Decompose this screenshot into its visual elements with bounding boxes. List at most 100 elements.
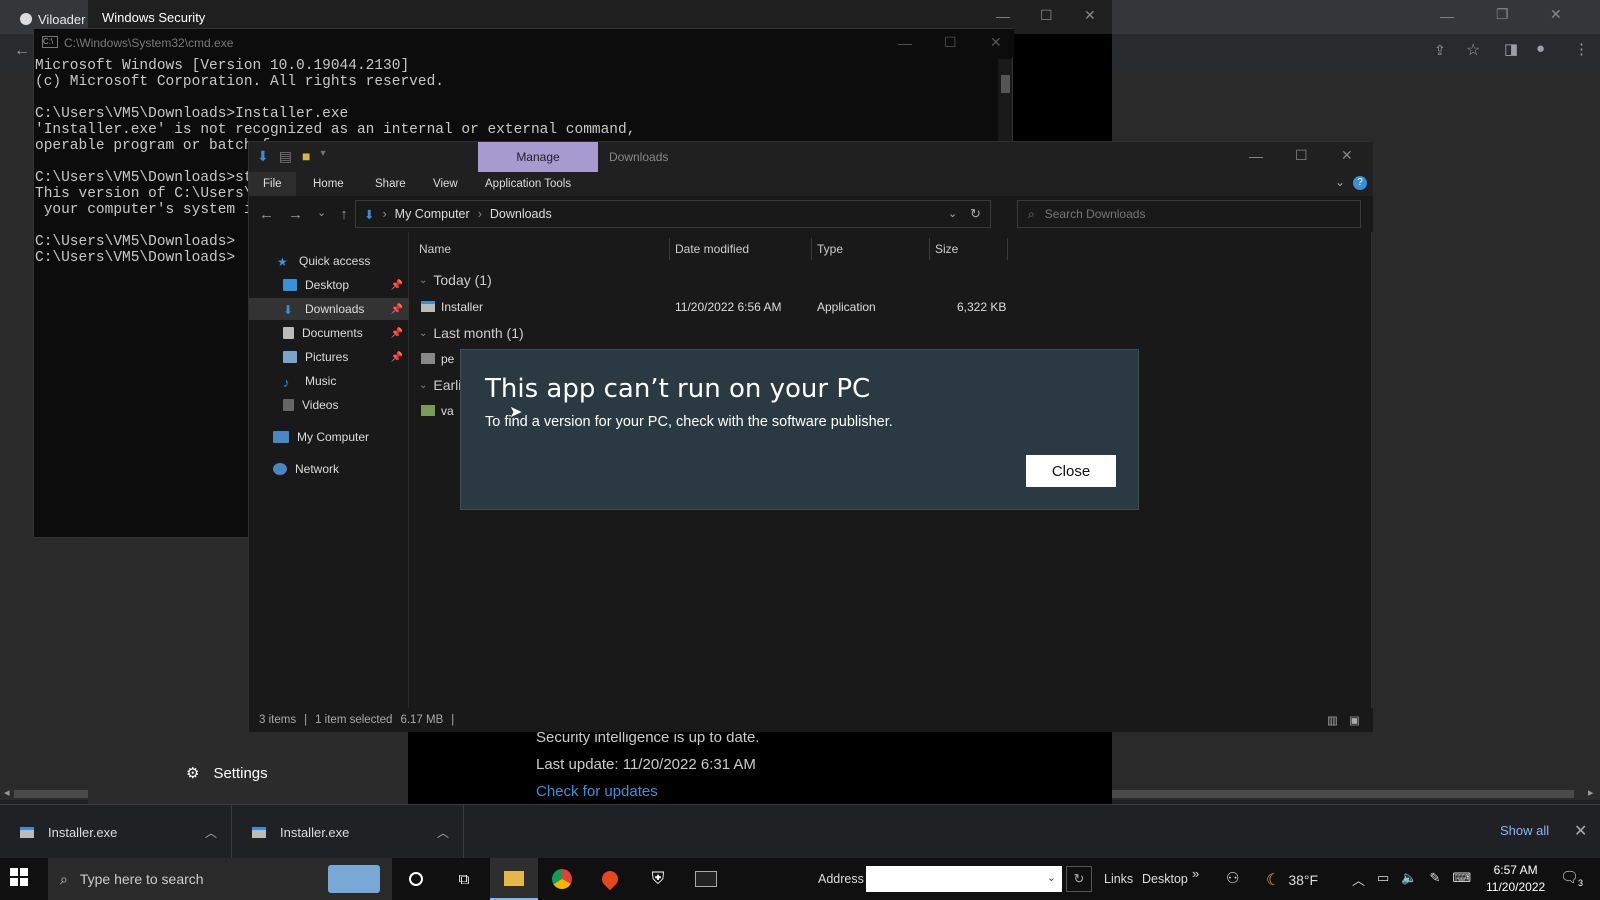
back-icon[interactable]: ← (14, 42, 30, 60)
nav-downloads[interactable]: ⬇ Downloads 📌 (249, 298, 409, 320)
large-icons-view-icon[interactable]: ▣ (1349, 713, 1360, 727)
download-item[interactable]: Installer.exe ︿ (232, 805, 464, 859)
close-button[interactable]: Close (1026, 455, 1116, 487)
help-icon[interactable]: ? (1353, 176, 1367, 190)
column-name[interactable]: Name (419, 242, 451, 256)
command-prompt-icon[interactable] (682, 858, 730, 900)
clock[interactable]: 6:57 AM 11/20/2022 (1486, 862, 1545, 896)
tray-overflow-chevron-icon[interactable]: ︿ (1352, 870, 1365, 889)
chrome-icon[interactable] (538, 858, 586, 900)
column-date-modified[interactable]: Date modified (675, 242, 749, 256)
group-header-today[interactable]: ⌄ Today (1) (419, 272, 492, 288)
minimize-icon[interactable]: — (1440, 8, 1454, 24)
nav-pictures[interactable]: Pictures 📌 (249, 346, 409, 368)
nav-quick-access[interactable]: ★ Quick access (249, 250, 409, 272)
customize-dropdown-icon[interactable]: ▾ (320, 148, 325, 165)
side-panel-icon[interactable]: ◨ (1504, 40, 1518, 58)
map-pin-app-icon[interactable] (586, 858, 634, 900)
taskbar: ⌕ Type here to search ⧉ ⛨ Address ⌄ ↻ Li… (0, 858, 1600, 900)
recent-dropdown-icon[interactable]: ⌄ (317, 206, 326, 223)
show-all-link[interactable]: Show all (1500, 823, 1549, 838)
close-icon[interactable]: ✕ (1574, 821, 1587, 841)
nav-my-computer[interactable]: My Computer (249, 426, 409, 448)
scroll-right-icon[interactable]: ▸ (1588, 786, 1594, 799)
windows-start-icon[interactable] (10, 868, 28, 886)
chevron-up-icon[interactable]: ︿ (205, 824, 217, 841)
maximize-icon[interactable]: ☐ (944, 34, 957, 51)
tab-application-tools[interactable]: Application Tools (471, 172, 585, 196)
forward-icon[interactable]: → (288, 206, 303, 223)
links-toolbar[interactable]: Links (1104, 872, 1133, 886)
column-separator[interactable] (1007, 238, 1008, 260)
group-header-last-month[interactable]: ⌄ Last month (1) (419, 325, 524, 341)
bookmark-star-icon[interactable]: ☆ (1466, 40, 1480, 60)
scroll-left-icon[interactable]: ◂ (4, 786, 10, 799)
nav-videos[interactable]: Videos (249, 394, 409, 416)
column-type[interactable]: Type (817, 242, 843, 256)
tab-share[interactable]: Share (361, 172, 420, 196)
minimize-icon[interactable]: — (898, 35, 912, 51)
details-view-icon[interactable]: ▥ (1327, 713, 1338, 727)
breadcrumb-downloads[interactable]: Downloads (490, 207, 552, 221)
new-folder-icon[interactable]: ■ (302, 148, 310, 165)
cortana-icon[interactable] (392, 858, 440, 900)
column-separator[interactable] (929, 238, 930, 260)
profile-icon[interactable]: ● (1536, 40, 1545, 57)
tab-home[interactable]: Home (299, 172, 358, 196)
chevron-down-icon[interactable]: ⌄ (1047, 871, 1056, 884)
search-input[interactable]: ⌕ Search Downloads (1017, 200, 1361, 228)
back-icon[interactable]: ← (259, 206, 274, 223)
close-icon[interactable]: ✕ (1550, 6, 1562, 23)
taskbar-search[interactable]: ⌕ Type here to search (48, 858, 392, 900)
minimize-icon[interactable]: — (1249, 148, 1263, 164)
settings-nav-item[interactable]: ⚙ Settings (186, 764, 268, 783)
windows-security-shield-icon[interactable]: ⛨ (634, 858, 682, 900)
close-icon[interactable]: ✕ (1341, 147, 1353, 164)
maximize-icon[interactable]: ☐ (1295, 147, 1308, 164)
tab-view[interactable]: View (419, 172, 472, 196)
maximize-icon[interactable]: ❐ (1496, 6, 1509, 23)
people-icon[interactable]: ⚇ (1226, 869, 1239, 887)
desktop-toolbar[interactable]: Desktop (1142, 872, 1188, 886)
tab-file[interactable]: File (249, 172, 296, 196)
check-updates-link[interactable]: Check for updates (536, 778, 759, 805)
breadcrumb-my-computer[interactable]: My Computer (395, 207, 470, 221)
minimize-icon[interactable]: — (996, 8, 1010, 24)
maximize-icon[interactable]: ☐ (1040, 7, 1053, 24)
address-dropdown-icon[interactable]: ⌄ (948, 207, 957, 220)
download-item[interactable]: Installer.exe ︿ (0, 805, 232, 859)
column-size[interactable]: Size (935, 242, 958, 256)
down-arrow-icon[interactable]: ⬇ (257, 148, 269, 165)
refresh-icon[interactable]: ↻ (1066, 866, 1092, 892)
toolbar-overflow-icon[interactable]: » (1192, 866, 1199, 881)
chevron-up-icon[interactable]: ︿ (437, 824, 449, 841)
weather-widget[interactable]: ☾ 38°F (1266, 870, 1318, 890)
address-bar[interactable]: ⬇ › My Computer › Downloads ⌄ ↻ (355, 200, 991, 228)
volume-icon[interactable]: 🔈 (1401, 870, 1417, 889)
close-icon[interactable]: ✕ (1084, 7, 1096, 24)
menu-icon[interactable]: ⋮ (1574, 40, 1589, 58)
nav-desktop[interactable]: Desktop 📌 (249, 274, 409, 296)
file-explorer-icon[interactable] (490, 858, 538, 900)
file-icon (421, 405, 435, 416)
up-icon[interactable]: ↑ (340, 206, 348, 223)
share-icon[interactable]: ⇪ (1434, 42, 1446, 59)
nav-music[interactable]: ♪ Music (249, 370, 409, 392)
pen-icon[interactable]: ✎ (1430, 870, 1441, 889)
network-icon[interactable]: ▭ (1377, 870, 1389, 889)
column-separator[interactable] (811, 238, 812, 260)
column-separator[interactable] (669, 238, 670, 260)
task-view-icon[interactable]: ⧉ (440, 858, 488, 900)
nav-network[interactable]: Network (249, 458, 409, 480)
keyboard-icon[interactable]: ⌨ (1452, 870, 1471, 889)
nav-documents[interactable]: Documents 📌 (249, 322, 409, 344)
close-icon[interactable]: ✕ (990, 34, 1002, 51)
ribbon-expand-icon[interactable]: ⌄ (1335, 175, 1345, 189)
properties-icon[interactable]: ▤ (279, 148, 292, 165)
address-toolbar-input[interactable]: ⌄ (866, 866, 1062, 892)
scrollbar-thumb[interactable] (1001, 75, 1010, 93)
notification-center-icon[interactable]: 🗨 (1560, 868, 1579, 886)
file-row[interactable]: Installer 11/20/2022 6:56 AM Application… (419, 296, 1009, 318)
refresh-icon[interactable]: ↻ (970, 206, 981, 222)
manage-tab[interactable]: Manage (478, 142, 598, 172)
